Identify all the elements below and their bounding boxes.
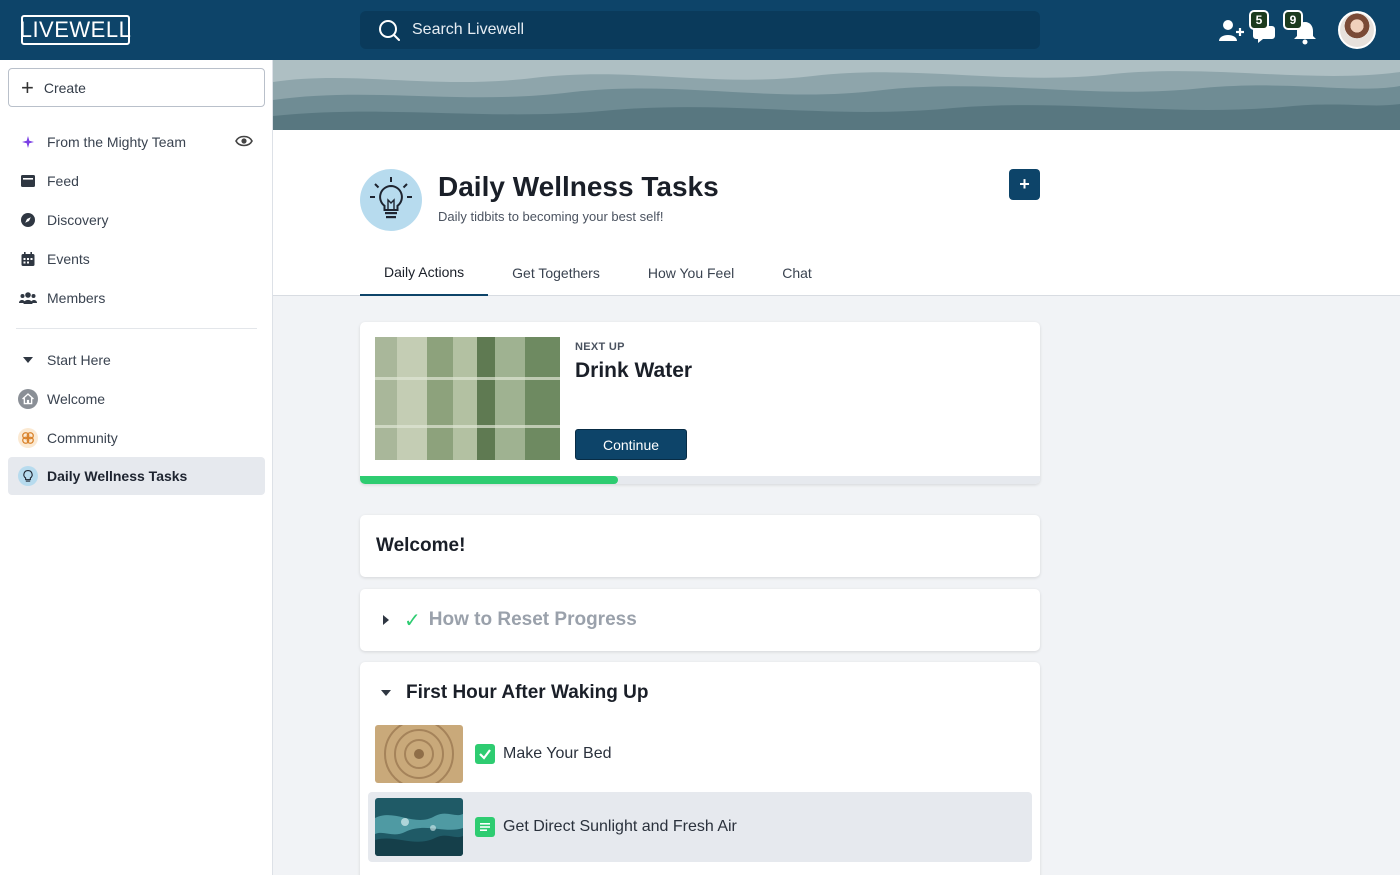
document-icon xyxy=(475,817,495,837)
create-button[interactable]: + Create xyxy=(8,68,265,107)
first-hour-title: First Hour After Waking Up xyxy=(406,682,649,703)
sidebar-section-start-here[interactable]: Start Here xyxy=(8,341,265,379)
top-bar: LIVEWELL Search Livewell 5 9 xyxy=(0,0,1400,60)
caret-down-icon xyxy=(18,350,38,370)
community-icon xyxy=(18,428,38,448)
first-hour-header[interactable]: First Hour After Waking Up xyxy=(380,682,648,704)
sidebar-item-label: From the Mighty Team xyxy=(47,134,187,150)
add-content-button[interactable]: + xyxy=(1009,169,1040,200)
sidebar-item-label: Community xyxy=(47,430,118,446)
lightbulb-icon xyxy=(18,466,38,486)
page-subtitle: Daily tidbits to becoming your best self… xyxy=(438,209,664,224)
group-header: Daily Wellness Tasks Daily tidbits to be… xyxy=(273,130,1400,296)
lightbulb-icon xyxy=(360,169,422,231)
wood-image xyxy=(375,725,463,783)
progress-bar xyxy=(360,476,1040,484)
progress-fill xyxy=(360,476,619,484)
sidebar-item-label: Events xyxy=(47,251,90,267)
caret-right-icon xyxy=(383,615,389,625)
house-icon xyxy=(18,389,38,409)
checkbox-checked-icon xyxy=(475,744,495,764)
livewell-logo[interactable]: LIVEWELL xyxy=(20,15,131,45)
next-up-title[interactable]: Drink Water xyxy=(575,359,692,383)
first-hour-section: First Hour After Waking Up Make Your Bed xyxy=(360,662,1040,875)
plus-icon: + xyxy=(21,74,34,100)
list-item[interactable]: Get Direct Sunlight and Fresh Air xyxy=(368,792,1032,862)
sidebar-item-label: Members xyxy=(47,290,106,306)
sparkle-icon xyxy=(18,132,38,152)
calendar-icon xyxy=(18,249,38,269)
sidebar: + Create From the Mighty Team Feed Disco… xyxy=(0,60,273,875)
sidebar-item-members[interactable]: Members xyxy=(8,279,265,317)
next-up-label: NEXT UP xyxy=(575,341,625,353)
members-icon xyxy=(18,288,38,308)
continue-button[interactable]: Continue xyxy=(575,429,687,460)
tab-chat[interactable]: Chat xyxy=(758,250,836,296)
check-icon: ✓ xyxy=(404,609,421,632)
sidebar-item-label: Daily Wellness Tasks xyxy=(47,468,188,484)
user-avatar[interactable] xyxy=(1338,11,1376,49)
sidebar-section-label: Start Here xyxy=(47,352,111,368)
list-item[interactable]: Make Your Bed xyxy=(368,719,1032,789)
page-title: Daily Wellness Tasks xyxy=(438,171,719,202)
search-input[interactable]: Search Livewell xyxy=(412,21,524,39)
tab-daily-actions[interactable]: Daily Actions xyxy=(360,250,489,296)
search-icon xyxy=(379,20,400,41)
cover-banner xyxy=(273,60,1400,130)
sidebar-item-events[interactable]: Events xyxy=(8,240,265,278)
messages-badge: 5 xyxy=(1249,10,1269,30)
reset-progress-title: How to Reset Progress xyxy=(428,609,637,630)
compass-icon xyxy=(18,210,38,230)
alerts-badge: 9 xyxy=(1283,10,1303,30)
tab-get-togethers[interactable]: Get Togethers xyxy=(488,250,624,296)
next-up-card: NEXT UP Drink Water Continue xyxy=(360,322,1040,484)
sidebar-item-label: Welcome xyxy=(47,391,106,407)
sidebar-item-discovery[interactable]: Discovery xyxy=(8,201,265,239)
sidebar-item-mighty-team[interactable]: From the Mighty Team xyxy=(8,123,265,161)
add-person-icon[interactable] xyxy=(1216,14,1246,46)
sidebar-item-community[interactable]: Community xyxy=(8,419,265,457)
sidebar-divider xyxy=(16,328,257,329)
group-tabs: Daily Actions Get Togethers How You Feel… xyxy=(360,250,836,296)
create-label: Create xyxy=(43,79,86,96)
sidebar-item-feed[interactable]: Feed xyxy=(8,162,265,200)
sidebar-item-label: Discovery xyxy=(47,212,109,228)
eye-icon[interactable] xyxy=(235,134,253,148)
feed-icon xyxy=(18,171,38,191)
caret-down-icon xyxy=(381,690,391,696)
welcome-section-title: Welcome! xyxy=(376,535,466,556)
sidebar-item-daily-wellness-tasks[interactable]: Daily Wellness Tasks xyxy=(8,457,265,495)
ocean-image xyxy=(375,798,463,856)
sidebar-item-label: Feed xyxy=(47,173,79,189)
bamboo-image xyxy=(375,337,560,460)
plus-icon: + xyxy=(1019,174,1030,194)
sidebar-item-welcome[interactable]: Welcome xyxy=(8,380,265,418)
search-bar[interactable]: Search Livewell xyxy=(360,11,1040,49)
welcome-section[interactable]: Welcome! xyxy=(360,515,1040,577)
lesson-label: Get Direct Sunlight and Fresh Air xyxy=(503,818,737,835)
lesson-label: Make Your Bed xyxy=(503,745,612,762)
reset-progress-section[interactable]: ✓ How to Reset Progress xyxy=(360,589,1040,651)
tab-how-you-feel[interactable]: How You Feel xyxy=(624,250,758,296)
